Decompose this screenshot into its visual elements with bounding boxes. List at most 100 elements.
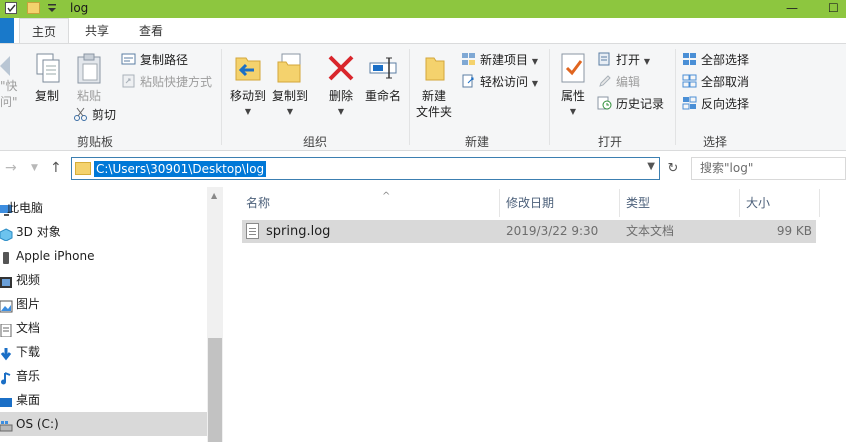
nav-item-label: OS (C:) — [16, 417, 59, 431]
new-folder-icon — [418, 52, 450, 84]
paste-button[interactable]: 粘贴 — [73, 52, 105, 104]
desktop-icon — [0, 393, 13, 407]
scissors-icon — [73, 107, 88, 121]
scrollbar-thumb[interactable] — [208, 338, 222, 442]
cut-button[interactable]: 剪切 — [73, 106, 116, 124]
nav-scrollbar[interactable]: ▲ — [207, 187, 223, 442]
copy-path-label: 复制路径 — [140, 53, 189, 67]
copy-to-button[interactable]: 复制到 ▼ — [270, 52, 310, 120]
nav-item-pictures[interactable]: 图片 — [0, 292, 207, 316]
tab-file[interactable] — [0, 18, 14, 44]
nav-item-3d-objects[interactable]: 3D 对象 — [0, 220, 207, 244]
invert-selection-icon — [682, 96, 697, 110]
nav-item-this-pc[interactable]: 此电脑 — [0, 196, 207, 220]
folder-icon — [27, 2, 40, 14]
rename-icon — [367, 52, 399, 84]
properties-label: 属性 — [560, 89, 585, 103]
easy-access-button[interactable]: 轻松访问 ▼ — [461, 73, 538, 91]
copy-button[interactable]: 复制 — [31, 52, 63, 104]
address-path[interactable]: C:\Users\30901\Desktop\log — [94, 161, 267, 177]
move-to-button[interactable]: 移动到 ▼ — [228, 52, 268, 120]
invert-selection-button[interactable]: 反向选择 — [682, 95, 749, 113]
paste-shortcut-button[interactable]: 粘贴快捷方式 — [121, 73, 212, 91]
open-icon — [597, 52, 612, 66]
delete-button[interactable]: 删除 ▼ — [324, 52, 358, 120]
delete-dropdown-icon[interactable]: ▼ — [324, 104, 358, 120]
easy-access-dropdown-icon[interactable]: ▼ — [532, 79, 538, 88]
copy-path-button[interactable]: 复制路径 — [121, 51, 188, 69]
address-dropdown-icon[interactable]: ▼ — [647, 161, 655, 172]
tab-share[interactable]: 共享 — [75, 18, 119, 44]
nav-item-label: 此电脑 — [7, 201, 44, 215]
address-bar[interactable]: C:\Users\30901\Desktop\log ▼ — [71, 157, 660, 180]
search-input[interactable]: 搜索"log" — [691, 157, 846, 180]
file-list: 名称 ^ 修改日期 类型 大小 spring.log 2019/3/22 9:3… — [224, 187, 846, 442]
column-header-label: 名称 — [246, 196, 271, 210]
text-file-icon — [246, 223, 259, 239]
forward-icon[interactable]: → — [5, 160, 17, 176]
paste-label: 粘贴 — [76, 89, 101, 103]
new-folder-label: 新建 — [421, 89, 446, 103]
file-name: spring.log — [266, 224, 331, 239]
select-none-label: 全部取消 — [701, 75, 750, 89]
nav-item-label: 文档 — [16, 321, 41, 335]
file-modified: 2019/3/22 9:30 — [506, 224, 599, 238]
column-header-name[interactable]: 名称 ^ — [240, 189, 500, 217]
history-button[interactable]: 历史记录 — [597, 95, 664, 113]
nav-item-apple-iphone[interactable]: Apple iPhone — [0, 244, 207, 268]
recent-locations-icon[interactable]: ▼ — [31, 163, 38, 173]
tab-view[interactable]: 查看 — [129, 18, 173, 44]
nav-item-documents[interactable]: 文档 — [0, 316, 207, 340]
pin-quick-access-button[interactable]: "快 问" — [0, 52, 26, 110]
select-all-button[interactable]: 全部选择 — [682, 51, 749, 69]
cut-label: 剪切 — [92, 108, 117, 122]
refresh-icon[interactable]: ↻ — [662, 157, 684, 180]
copy-to-icon — [274, 52, 306, 84]
maximize-icon[interactable]: ☐ — [828, 1, 839, 15]
select-all-label: 全部选择 — [701, 53, 750, 67]
navigation-pane: 此电脑 3D 对象 Apple iPhone 视频 图片 文档 下载 音乐 桌面… — [0, 187, 223, 442]
nav-item-os-c[interactable]: OS (C:) — [0, 412, 207, 436]
column-header-size[interactable]: 大小 — [740, 189, 820, 217]
nav-item-downloads[interactable]: 下载 — [0, 340, 207, 364]
select-all-icon — [682, 52, 697, 66]
properties-dropdown-icon[interactable]: ▼ — [555, 104, 591, 120]
delete-label: 删除 — [328, 89, 353, 103]
paste-shortcut-icon — [121, 74, 136, 88]
new-folder-button[interactable]: 新建 文件夹 — [414, 52, 454, 120]
open-label: 打开 — [616, 53, 641, 67]
table-row[interactable]: spring.log 2019/3/22 9:30 文本文档 99 KB — [242, 220, 816, 243]
move-to-dropdown-icon[interactable]: ▼ — [228, 104, 268, 120]
column-header-type[interactable]: 类型 — [620, 189, 740, 217]
open-dropdown-icon[interactable]: ▼ — [644, 57, 650, 66]
checkbox-icon[interactable] — [5, 2, 17, 14]
organize-group-label: 组织 — [302, 135, 327, 149]
nav-item-label: 图片 — [16, 297, 41, 311]
scroll-up-icon[interactable]: ▲ — [211, 191, 217, 200]
nav-item-videos[interactable]: 视频 — [0, 268, 207, 292]
edit-button[interactable]: 编辑 — [597, 73, 640, 91]
nav-item-desktop[interactable]: 桌面 — [0, 388, 207, 412]
edit-label: 编辑 — [616, 75, 641, 89]
copy-to-dropdown-icon[interactable]: ▼ — [270, 104, 310, 120]
properties-icon — [557, 52, 589, 84]
new-item-icon — [461, 52, 476, 66]
tab-home[interactable]: 主页 — [19, 18, 69, 45]
folder-icon — [75, 162, 91, 175]
minimize-icon[interactable]: — — [786, 1, 798, 15]
properties-button[interactable]: 属性 ▼ — [555, 52, 591, 120]
quick-access-dropdown-icon[interactable] — [47, 2, 57, 14]
up-icon[interactable]: ↑ — [50, 160, 62, 176]
open-button[interactable]: 打开 ▼ — [597, 51, 650, 69]
sort-ascending-icon: ^ — [382, 191, 391, 202]
move-to-label: 移动到 — [229, 89, 266, 103]
new-item-dropdown-icon[interactable]: ▼ — [532, 57, 538, 66]
move-to-icon — [232, 52, 264, 84]
paste-shortcut-label: 粘贴快捷方式 — [140, 75, 213, 89]
column-header-modified[interactable]: 修改日期 — [500, 189, 620, 217]
new-item-button[interactable]: 新建项目 ▼ — [461, 51, 538, 69]
rename-button[interactable]: 重命名 — [363, 52, 403, 104]
copy-path-icon — [121, 52, 136, 66]
select-none-button[interactable]: 全部取消 — [682, 73, 749, 91]
nav-item-music[interactable]: 音乐 — [0, 364, 207, 388]
